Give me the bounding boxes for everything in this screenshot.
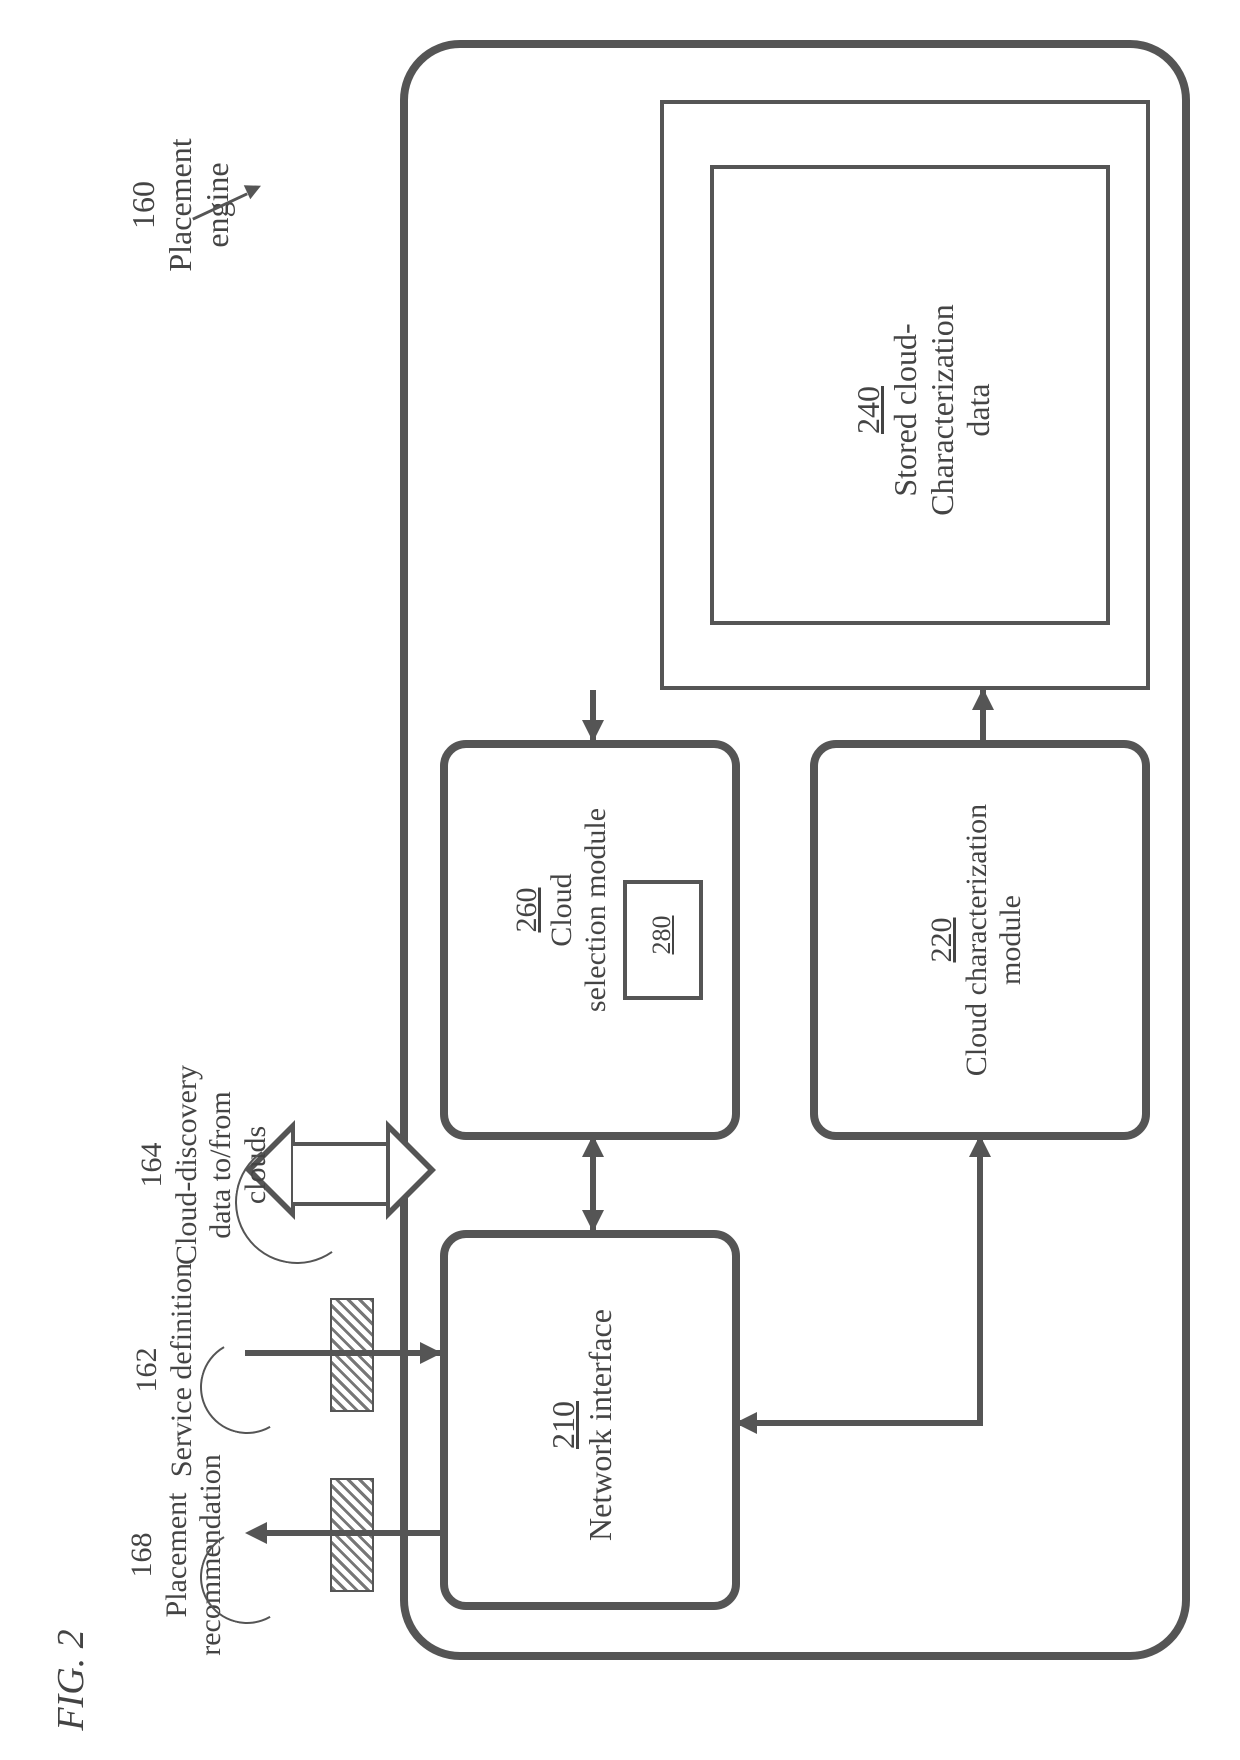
arrowhead-icon <box>969 1135 991 1157</box>
arrowhead-icon <box>582 1210 604 1232</box>
arrowhead-icon <box>972 688 994 710</box>
node-220-label: Cloud characterization module <box>960 780 1029 1100</box>
node-160-number: 160 <box>125 105 162 305</box>
flow-168-number: 168 <box>125 1415 160 1695</box>
node-260-label: Cloud selection module <box>545 780 614 1040</box>
arrow-line <box>740 1420 980 1426</box>
node-260-number: 260 <box>510 780 545 1040</box>
node-280-number: 280 <box>647 916 676 955</box>
figure-label: FIG. 2 <box>50 1629 92 1730</box>
figure-page: FIG. 2 160 Placement engine 240 Stored c… <box>0 0 1240 1738</box>
node-210-label: Network interface <box>582 1285 619 1565</box>
arrowhead-icon <box>582 1135 604 1157</box>
node-220-number: 220 <box>925 780 960 1100</box>
arrowhead-icon <box>582 720 604 742</box>
node-210-number: 210 <box>545 1285 582 1565</box>
arrowhead-icon <box>735 1412 757 1434</box>
node-240-number: 240 <box>850 270 887 550</box>
arrowhead-icon <box>244 179 264 199</box>
arrow-line <box>977 1140 983 1426</box>
arrow-line <box>265 1530 440 1536</box>
node-240-label: Stored cloud- Characterization data <box>887 270 997 550</box>
arrowhead-icon <box>420 1342 442 1364</box>
open-arrowhead-icon <box>386 1120 436 1220</box>
